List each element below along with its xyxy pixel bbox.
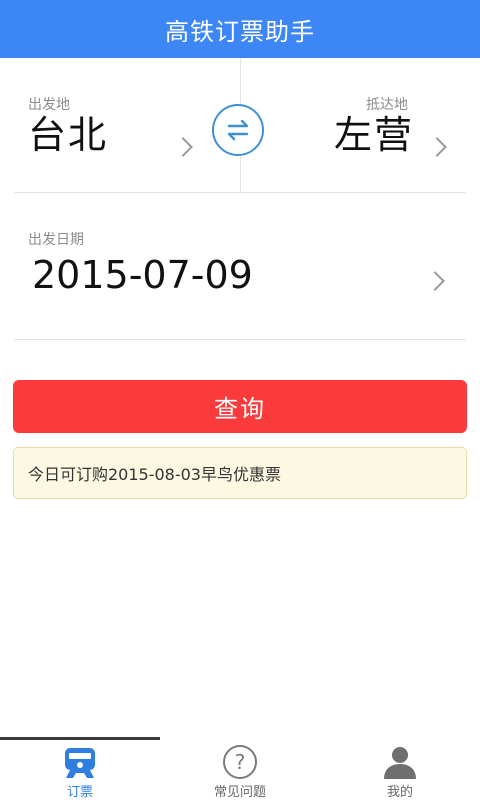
- from-station-selector[interactable]: 出发地 台北: [0, 58, 210, 192]
- to-station-selector[interactable]: 抵达地 左营: [270, 58, 480, 192]
- tab-faq[interactable]: ? 常见问题: [160, 737, 320, 800]
- train-icon: [65, 748, 95, 778]
- early-bird-notice: 今日可订购2015-08-03早鸟优惠票: [13, 447, 467, 499]
- query-button[interactable]: 查询: [13, 380, 467, 433]
- tab-mine[interactable]: 我的: [320, 737, 480, 800]
- date-value: 2015-07-09: [32, 253, 253, 297]
- tab-faq-label: 常见问题: [213, 785, 266, 800]
- divider: [14, 339, 466, 340]
- page-title: 高铁订票助手: [165, 17, 315, 46]
- swap-icon: [227, 119, 249, 141]
- from-station-value: 台北: [28, 113, 109, 157]
- tab-mine-label: 我的: [386, 785, 413, 800]
- chevron-right-icon: [427, 137, 447, 157]
- from-station-label: 出发地: [28, 97, 70, 113]
- app-header: 高铁订票助手: [0, 0, 480, 58]
- chevron-right-icon: [173, 137, 193, 157]
- bottom-tab-bar: 订票 ? 常见问题 我的: [0, 737, 480, 800]
- chevron-right-icon: [425, 271, 445, 291]
- to-station-value: 左营: [334, 113, 415, 157]
- date-selector[interactable]: 出发日期 2015-07-09: [0, 193, 480, 339]
- tab-booking[interactable]: 订票: [0, 737, 160, 800]
- swap-stations-button[interactable]: [212, 104, 264, 156]
- to-station-label: 抵达地: [366, 97, 408, 113]
- date-label: 出发日期: [28, 232, 84, 248]
- question-icon: ?: [223, 745, 257, 779]
- tab-booking-label: 订票: [66, 785, 93, 800]
- notice-text: 今日可订购2015-08-03早鸟优惠票: [28, 465, 281, 484]
- person-icon: [384, 747, 416, 779]
- svg-text:?: ?: [235, 750, 246, 774]
- query-button-label: 查询: [214, 395, 266, 423]
